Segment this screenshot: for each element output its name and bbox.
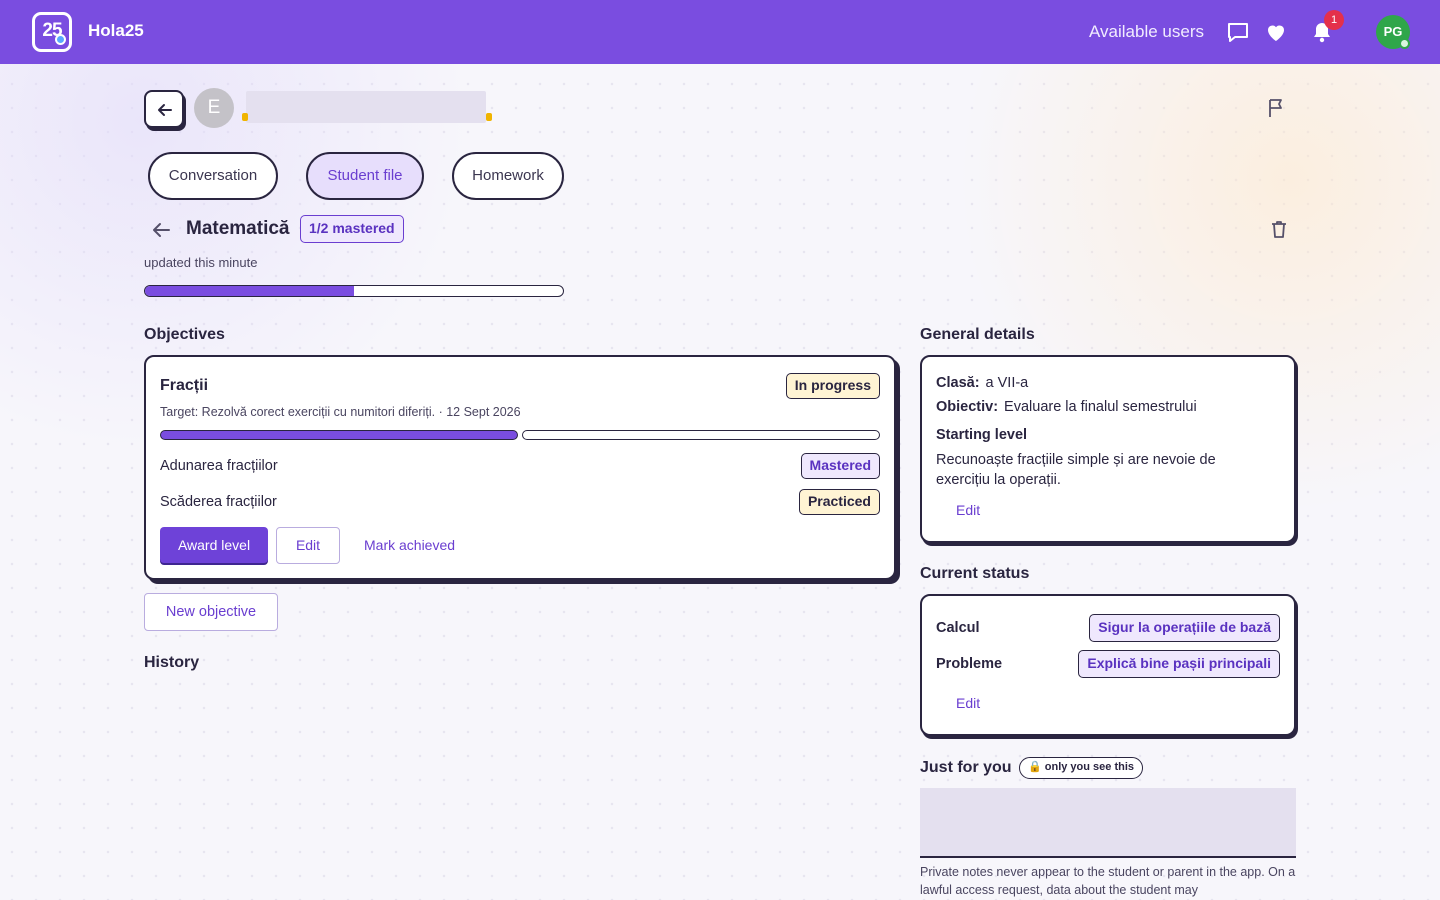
trash-icon[interactable] bbox=[1268, 218, 1290, 240]
heart-icon[interactable] bbox=[1264, 20, 1288, 44]
goal-value: Evaluare la finalul semestrului bbox=[1004, 399, 1197, 415]
objective-segment-remaining bbox=[522, 430, 880, 440]
subject-progress-fill bbox=[145, 286, 354, 296]
status-row-value: Explică bine pașii principali bbox=[1078, 650, 1280, 678]
flag-icon[interactable] bbox=[1264, 96, 1288, 120]
award-level-button[interactable]: Award level bbox=[160, 527, 268, 563]
goal-label: Obiectiv: bbox=[936, 399, 999, 415]
skill-status-badge: Practiced bbox=[798, 489, 880, 515]
tab-conversation[interactable]: Conversation bbox=[148, 152, 278, 200]
new-objective-button[interactable]: New objective bbox=[144, 593, 278, 631]
notification-badge: 1 bbox=[1324, 10, 1344, 30]
chat-icon[interactable] bbox=[1226, 20, 1250, 44]
class-row: Clasă: a VII-a bbox=[936, 375, 1028, 391]
top-bar: 25 Hola25 Available users 1 PG bbox=[0, 0, 1440, 64]
edit-general-details-link[interactable]: Edit bbox=[956, 502, 980, 518]
class-label: Clasă: bbox=[936, 375, 980, 391]
logo-dot-icon bbox=[55, 34, 66, 45]
objective-target: Target: Rezolvă corect exerciții cu numi… bbox=[160, 405, 521, 419]
objective-title: Fracții bbox=[160, 377, 209, 394]
objective-segment-done bbox=[160, 430, 518, 440]
name-placeholder-mark bbox=[242, 113, 248, 121]
updated-timestamp: updated this minute bbox=[144, 255, 258, 270]
private-notes-disclaimer: Private notes never appear to the studen… bbox=[920, 865, 1296, 897]
edit-objective-button[interactable]: Edit bbox=[276, 527, 340, 564]
subject-back-icon[interactable] bbox=[150, 219, 172, 241]
status-row-value: Sigur la operațiile de bază bbox=[1089, 614, 1280, 642]
mark-achieved-link[interactable]: Mark achieved bbox=[364, 537, 455, 553]
skill-label: Scăderea fracțiilor bbox=[160, 494, 277, 510]
available-users-link[interactable]: Available users bbox=[1089, 22, 1204, 42]
general-details-card: Clasă: a VII-a Obiectiv: Evaluare la final… bbox=[920, 355, 1296, 543]
general-details-heading: General details bbox=[920, 326, 1035, 343]
online-status-icon bbox=[1399, 38, 1410, 49]
private-notes-input[interactable] bbox=[920, 788, 1296, 858]
objective-card: Fracții In progress Target: Rezolvă core… bbox=[144, 355, 896, 580]
objective-status-badge: In progress bbox=[785, 373, 880, 399]
status-row-label: Probleme bbox=[936, 656, 1003, 672]
starting-level-text: Recunoaște fracțiile simple și are nevoi… bbox=[936, 452, 1216, 488]
mastered-badge: 1/2 mastered bbox=[300, 215, 404, 243]
history-heading: History bbox=[144, 654, 200, 671]
skill-status-badge: Mastered bbox=[800, 453, 880, 479]
back-button[interactable] bbox=[144, 90, 184, 128]
goal-row: Obiectiv: Evaluare la finalul semestrului bbox=[936, 399, 1197, 415]
class-value: a VII-a bbox=[985, 375, 1029, 391]
current-status-heading: Current status bbox=[920, 565, 1030, 582]
subject-progress-bar bbox=[144, 285, 564, 297]
objectives-heading: Objectives bbox=[144, 326, 225, 343]
private-badge: 🔒 only you see this bbox=[1019, 757, 1143, 779]
arrow-left-icon bbox=[158, 104, 172, 116]
subject-title: Matematică bbox=[186, 218, 290, 239]
app-name[interactable]: Hola25 bbox=[88, 21, 144, 41]
student-avatar: E bbox=[194, 88, 234, 128]
status-row-label: Calcul bbox=[936, 620, 980, 636]
just-for-you-heading: Just for you bbox=[920, 759, 1012, 776]
name-placeholder-mark bbox=[486, 113, 492, 121]
student-name-placeholder bbox=[246, 91, 486, 123]
tab-student-file[interactable]: Student file bbox=[306, 152, 424, 200]
starting-level-heading: Starting level bbox=[936, 427, 1028, 443]
current-status-card: Calcul Sigur la operațiile de bază Probl… bbox=[920, 594, 1296, 736]
tab-homework[interactable]: Homework bbox=[452, 152, 564, 200]
edit-current-status-link[interactable]: Edit bbox=[956, 695, 980, 711]
app-logo[interactable]: 25 bbox=[32, 12, 72, 52]
skill-label: Adunarea fracțiilor bbox=[160, 458, 278, 474]
